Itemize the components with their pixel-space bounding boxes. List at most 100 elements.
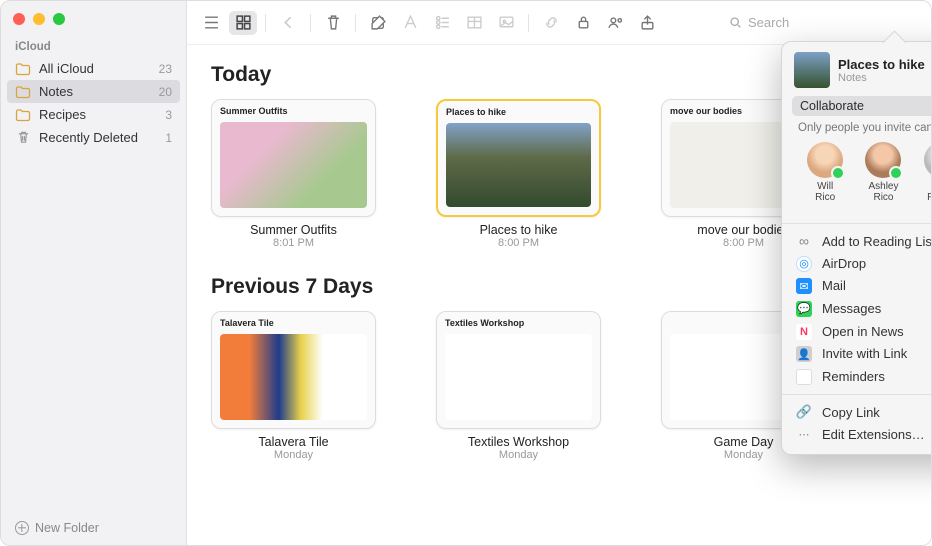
share-action[interactable]: 💬 Messages: [782, 297, 932, 320]
messages-badge-icon: [889, 166, 903, 180]
note-thumb-title: Places to hike: [438, 101, 599, 120]
folder-icon: [15, 108, 31, 122]
sidebar-folder[interactable]: Recently Deleted 1: [1, 126, 186, 149]
folder-icon: [15, 85, 31, 99]
new-folder-label: New Folder: [35, 521, 99, 535]
invite-icon: 👤: [796, 346, 812, 363]
toolbar: Search: [187, 1, 931, 45]
note-time: Monday: [436, 449, 601, 461]
infinity-icon: ∞: [796, 233, 812, 249]
note-thumbnail: Places to hike: [436, 99, 601, 217]
folder-name: Recently Deleted: [39, 130, 165, 145]
media-button[interactable]: [492, 11, 520, 35]
person-name: RicoFamily: [927, 181, 932, 203]
messages-icon: 💬: [796, 300, 812, 317]
folder-name: All iCloud: [39, 61, 159, 76]
window-controls: [1, 1, 186, 31]
sidebar-section-label: iCloud: [1, 31, 186, 57]
trash-icon: [15, 131, 31, 145]
share-action-label: Invite with Link: [822, 346, 907, 361]
sidebar-folder[interactable]: Notes 20: [7, 80, 180, 103]
link-icon: 🔗: [796, 404, 812, 420]
note-card[interactable]: Talavera Tile Talavera Tile Monday: [211, 311, 376, 461]
note-thumb-title: Summer Outfits: [212, 100, 375, 119]
share-action[interactable]: ◎ AirDrop: [782, 252, 932, 275]
close-window[interactable]: [13, 13, 25, 25]
share-permission-row[interactable]: Only people you invite can edit: [792, 120, 932, 136]
note-title: Talavera Tile: [211, 435, 376, 449]
folder-count: 1: [165, 131, 172, 145]
compose-button[interactable]: [364, 11, 392, 35]
note-title: Places to hike: [436, 223, 601, 237]
note-time: 8:01 PM: [211, 237, 376, 249]
share-action[interactable]: ≡ Reminders: [782, 365, 932, 388]
share-mode-label: Collaborate: [800, 99, 864, 113]
minimize-window[interactable]: [33, 13, 45, 25]
news-icon: N: [796, 323, 812, 340]
search-field[interactable]: Search: [721, 11, 921, 35]
search-icon: [729, 16, 742, 29]
share-popover: Places to hike Notes Collaborate Only pe…: [781, 41, 932, 455]
sidebar-folder[interactable]: Recipes 3: [1, 103, 186, 126]
gallery-view-button[interactable]: [229, 11, 257, 35]
sidebar: iCloud All iCloud 23 Notes 20 Recipes 3 …: [1, 1, 187, 545]
share-action-label: Edit Extensions…: [822, 427, 925, 442]
search-placeholder: Search: [748, 15, 789, 30]
lock-button[interactable]: [569, 11, 597, 35]
reminders-icon: ≡: [796, 368, 812, 385]
note-card[interactable]: Places to hike Places to hike 8:00 PM: [436, 99, 601, 249]
share-person[interactable]: AshleyRico: [865, 142, 901, 203]
share-button[interactable]: [633, 11, 661, 35]
note-thumb-title: Talavera Tile: [212, 312, 375, 331]
share-action[interactable]: ∞ Add to Reading List: [782, 230, 932, 252]
folder-count: 23: [159, 62, 172, 76]
collaborate-button[interactable]: [601, 11, 629, 35]
share-action-label: Copy Link: [822, 405, 880, 420]
avatar: [807, 142, 843, 178]
share-mode-select[interactable]: Collaborate: [792, 96, 932, 116]
table-button[interactable]: [460, 11, 488, 35]
zoom-window[interactable]: [53, 13, 65, 25]
folder-name: Notes: [39, 84, 159, 99]
avatar: [865, 142, 901, 178]
folder-count: 20: [159, 85, 172, 99]
checklist-button[interactable]: [428, 11, 456, 35]
main-area: Search Today Summer Outfits Summer Outfi…: [187, 1, 931, 545]
new-folder-button[interactable]: New Folder: [1, 511, 186, 545]
plus-icon: [15, 521, 29, 535]
share-action-label: Add to Reading List: [822, 234, 932, 249]
share-action-label: Messages: [822, 301, 881, 316]
share-action-label: AirDrop: [822, 256, 866, 271]
edit-icon: ⋯: [796, 426, 812, 443]
share-permission-label: Only people you invite can edit: [798, 122, 932, 134]
share-action[interactable]: 🔗 Copy Link: [782, 401, 932, 423]
note-time: Monday: [211, 449, 376, 461]
share-action[interactable]: N Open in News: [782, 320, 932, 343]
share-action-label: Mail: [822, 278, 846, 293]
person-name: AshleyRico: [868, 181, 898, 203]
app-window: iCloud All iCloud 23 Notes 20 Recipes 3 …: [0, 0, 932, 546]
delete-button[interactable]: [319, 11, 347, 35]
share-action-label: Reminders: [822, 369, 885, 384]
share-person[interactable]: RicoFamily: [924, 142, 932, 203]
folder-count: 3: [165, 108, 172, 122]
share-action-label: Open in News: [822, 324, 904, 339]
list-view-button[interactable]: [197, 11, 225, 35]
note-card[interactable]: Textiles Workshop Textiles Workshop Mond…: [436, 311, 601, 461]
airdrop-icon: ◎: [796, 255, 812, 272]
share-note-title: Places to hike: [838, 57, 925, 72]
sidebar-folder[interactable]: All iCloud 23: [1, 57, 186, 80]
share-note-thumbnail: [794, 52, 830, 88]
format-button[interactable]: [396, 11, 424, 35]
link-button[interactable]: [537, 11, 565, 35]
note-thumbnail: Talavera Tile: [211, 311, 376, 429]
back-button[interactable]: [274, 11, 302, 35]
folder-icon: [15, 62, 31, 76]
share-action[interactable]: 👤 Invite with Link: [782, 343, 932, 366]
note-card[interactable]: Summer Outfits Summer Outfits 8:01 PM: [211, 99, 376, 249]
note-title: Summer Outfits: [211, 223, 376, 237]
note-title: Textiles Workshop: [436, 435, 601, 449]
share-person[interactable]: WillRico: [807, 142, 843, 203]
share-action[interactable]: ⋯ Edit Extensions…: [782, 423, 932, 446]
share-action[interactable]: ✉ Mail: [782, 275, 932, 298]
